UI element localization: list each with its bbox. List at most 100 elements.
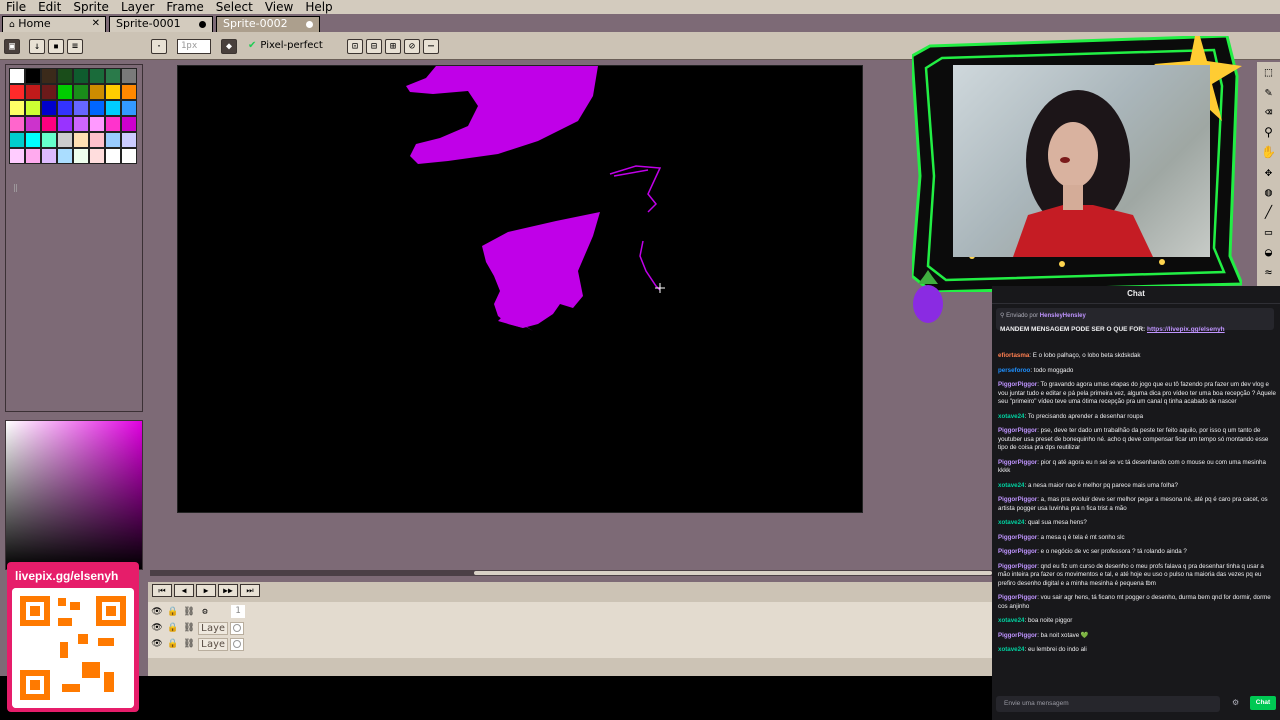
menu-frame[interactable]: Frame: [160, 0, 209, 14]
chat-username[interactable]: PiggorPiggor: [998, 534, 1037, 541]
rectangle-icon[interactable]: ▭: [1260, 224, 1277, 241]
symmetry-v-icon[interactable]: ⊞: [385, 39, 401, 54]
tab-sprite-0002[interactable]: Sprite-0002: [216, 16, 320, 32]
lock-icon[interactable]: 🔒: [166, 638, 180, 651]
cel[interactable]: [230, 637, 244, 651]
gear-icon[interactable]: ⚙: [1232, 698, 1239, 707]
menu-edit[interactable]: Edit: [32, 0, 67, 14]
palette-swatch[interactable]: [89, 116, 105, 132]
palette-swatch[interactable]: [25, 100, 41, 116]
palette-swatch[interactable]: [9, 84, 25, 100]
menu-view[interactable]: View: [259, 0, 299, 14]
eraser-icon[interactable]: ⌫: [1260, 104, 1277, 121]
palette-swatch[interactable]: [73, 84, 89, 100]
palette-swatch[interactable]: [25, 132, 41, 148]
brush-shape-icon[interactable]: ·: [151, 39, 167, 54]
layer-name[interactable]: Laye: [198, 621, 228, 635]
palette-swatch[interactable]: [57, 100, 73, 116]
symmetry-icon[interactable]: ⊡: [347, 39, 363, 54]
pixel-filter-icon[interactable]: ⊘: [404, 39, 420, 54]
symmetry-h-icon[interactable]: ⊟: [366, 39, 382, 54]
pinned-user[interactable]: HensleyHensley: [1040, 313, 1086, 319]
palette-swatch[interactable]: [89, 84, 105, 100]
palette-swatch[interactable]: [105, 116, 121, 132]
chat-username[interactable]: PiggorPiggor: [998, 381, 1037, 388]
play-icon[interactable]: ▶: [196, 584, 216, 597]
lock-icon[interactable]: 🔒: [166, 622, 180, 635]
menu-file[interactable]: File: [0, 0, 32, 14]
palette-swatch[interactable]: [73, 100, 89, 116]
chat-send-button[interactable]: Chat: [1250, 696, 1276, 710]
sprite-canvas[interactable]: [177, 65, 863, 513]
palette-swatch[interactable]: [9, 148, 25, 164]
scrollbar-thumb[interactable]: [474, 571, 992, 575]
chat-username[interactable]: xotave24: [998, 519, 1025, 526]
palette-swatch[interactable]: [105, 148, 121, 164]
chat-username[interactable]: PiggorPiggor: [998, 548, 1037, 555]
marquee-icon[interactable]: ⬚: [1260, 64, 1277, 81]
layer-row-header[interactable]: 👁 🔒 ⛓ ⚙: [150, 605, 212, 619]
palette-swatch[interactable]: [105, 68, 121, 84]
pinned-link[interactable]: https://livepix.gg/elsenyh: [1147, 326, 1225, 333]
contour-icon[interactable]: ◒: [1260, 244, 1277, 261]
palette-swatch[interactable]: [9, 100, 25, 116]
unsaved-dot-icon[interactable]: [306, 21, 313, 28]
last-frame-icon[interactable]: ⏭: [240, 584, 260, 597]
hand-icon[interactable]: ✋: [1260, 144, 1277, 161]
palette-swatch[interactable]: [73, 116, 89, 132]
line-icon[interactable]: ╱: [1260, 204, 1277, 221]
cel[interactable]: [230, 621, 244, 635]
palette-swatch[interactable]: [57, 132, 73, 148]
next-frame-icon[interactable]: ▶▶: [218, 584, 238, 597]
palette-swatch[interactable]: [121, 68, 137, 84]
palette-swatch[interactable]: [89, 148, 105, 164]
prev-frame-icon[interactable]: ◀: [174, 584, 194, 597]
brush-size-input[interactable]: 1px: [177, 39, 211, 54]
download-icon[interactable]: ↓: [29, 39, 45, 54]
palette-swatch[interactable]: [9, 68, 25, 84]
blur-icon[interactable]: ≈: [1260, 264, 1277, 281]
palette-swatch[interactable]: [121, 84, 137, 100]
palette-swatch[interactable]: [41, 116, 57, 132]
palette-swatch[interactable]: [41, 132, 57, 148]
chat-username[interactable]: xotave24: [998, 482, 1025, 489]
palette-swatch[interactable]: [73, 68, 89, 84]
link-icon[interactable]: ⛓: [182, 606, 196, 619]
palette-swatch[interactable]: [9, 132, 25, 148]
palette-swatch[interactable]: [9, 116, 25, 132]
palette-swatch[interactable]: [73, 148, 89, 164]
palette-grip-icon[interactable]: ‖: [13, 183, 18, 192]
link-icon[interactable]: ⛓: [182, 638, 196, 651]
palette-swatch[interactable]: [57, 68, 73, 84]
lock-icon[interactable]: ▣: [4, 39, 20, 54]
save-icon[interactable]: ▪: [48, 39, 64, 54]
chat-username[interactable]: PiggorPiggor: [998, 496, 1037, 503]
palette-swatch[interactable]: [73, 132, 89, 148]
first-frame-icon[interactable]: ⏮: [152, 584, 172, 597]
chat-username[interactable]: PiggorPiggor: [998, 459, 1037, 466]
palette-swatch[interactable]: [41, 84, 57, 100]
chat-username[interactable]: PiggorPiggor: [998, 632, 1037, 639]
palette-swatch[interactable]: [25, 68, 41, 84]
eye-icon[interactable]: 👁: [150, 606, 164, 619]
pencil-icon[interactable]: ✎: [1260, 84, 1277, 101]
eye-icon[interactable]: 👁: [150, 622, 164, 635]
palette-swatch[interactable]: [41, 148, 57, 164]
palette-swatch[interactable]: [89, 132, 105, 148]
palette-swatch[interactable]: [57, 148, 73, 164]
layer-row[interactable]: 👁 🔒 ⛓ Laye: [150, 637, 244, 651]
tab-sprite-0001[interactable]: Sprite-0001: [109, 16, 213, 32]
menu-lines-icon[interactable]: ≡: [67, 39, 83, 54]
layer-options-icon[interactable]: ⚙: [198, 606, 212, 619]
palette-swatch[interactable]: [105, 84, 121, 100]
palette-swatch[interactable]: [105, 100, 121, 116]
pixel-perfect-toggle[interactable]: ✔ Pixel-perfect: [248, 40, 323, 51]
eye-icon[interactable]: 👁: [150, 638, 164, 651]
palette-swatch[interactable]: [25, 148, 41, 164]
ink-icon[interactable]: ◆: [221, 39, 237, 54]
color-spectrum[interactable]: [5, 420, 143, 570]
close-icon[interactable]: ✕: [92, 17, 100, 31]
frame-number[interactable]: 1: [231, 605, 245, 618]
chat-input[interactable]: Envie uma mensagem: [996, 696, 1220, 712]
chat-username[interactable]: xotave24: [998, 617, 1025, 624]
